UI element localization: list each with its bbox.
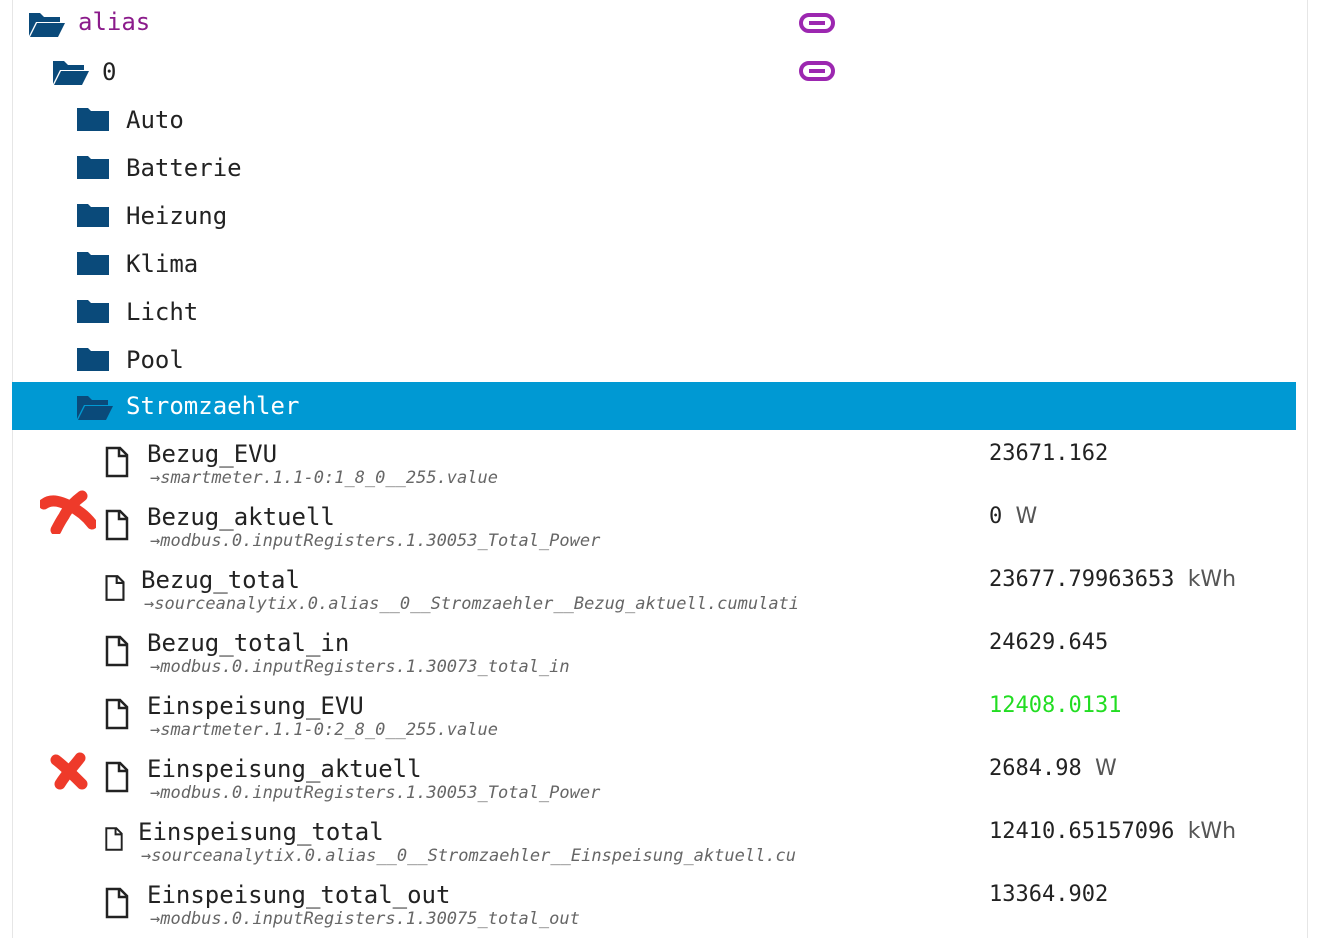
state-row[interactable]: Bezug_total_in →modbus.0.inputRegisters.… bbox=[12, 629, 1296, 685]
tree-row-folder[interactable]: Klima bbox=[12, 240, 1296, 288]
tree-label-alias: alias bbox=[78, 8, 151, 36]
state-row[interactable]: Bezug_total →sourceanalytix.0.alias__0__… bbox=[12, 566, 1296, 622]
folder-icon bbox=[76, 202, 112, 230]
state-unit: W bbox=[1015, 504, 1038, 529]
tree-label-folder: Licht bbox=[126, 298, 199, 326]
state-value: 13364.902 bbox=[989, 882, 1109, 907]
state-alias-target: →modbus.0.inputRegisters.1.30053_Total_P… bbox=[150, 531, 601, 551]
state-alias-target: →smartmeter.1.1-0:1_8_0__255.value bbox=[150, 468, 498, 488]
tree-row-folder[interactable]: Licht bbox=[12, 288, 1296, 336]
tree-label-folder: Batterie bbox=[126, 154, 242, 182]
tree-label-folder: Pool bbox=[126, 346, 184, 374]
state-row[interactable]: Bezug_aktuell →modbus.0.inputRegisters.1… bbox=[12, 503, 1296, 559]
link-icon[interactable] bbox=[798, 58, 836, 84]
folder-icon bbox=[76, 154, 112, 182]
file-icon bbox=[104, 761, 130, 793]
file-icon bbox=[104, 826, 130, 858]
state-name: Bezug_total bbox=[141, 566, 300, 594]
file-icon bbox=[104, 509, 130, 541]
state-value: 0 W bbox=[989, 504, 1038, 529]
state-name: Bezug_total_in bbox=[147, 629, 350, 657]
state-value: 23671.162 bbox=[989, 441, 1109, 466]
red-x-mark bbox=[50, 752, 90, 794]
link-icon[interactable] bbox=[798, 10, 836, 36]
tree-label-stromzaehler: Stromzaehler bbox=[126, 392, 300, 420]
tree-label-folder: Heizung bbox=[126, 202, 228, 230]
tree-row-folder[interactable]: Pool bbox=[12, 336, 1296, 384]
state-row[interactable]: Einspeisung_total_out →modbus.0.inputReg… bbox=[12, 881, 1296, 937]
folder-open-icon bbox=[28, 10, 65, 38]
tree-row-folder[interactable]: Heizung bbox=[12, 192, 1296, 240]
file-icon bbox=[104, 698, 130, 730]
state-row[interactable]: Einspeisung_total →sourceanalytix.0.alia… bbox=[12, 818, 1296, 874]
state-alias-target: →modbus.0.inputRegisters.1.30073_total_i… bbox=[150, 657, 570, 677]
state-unit: W bbox=[1094, 756, 1117, 781]
tree-row-0[interactable]: 0 bbox=[12, 48, 1296, 96]
file-icon bbox=[104, 574, 130, 606]
file-icon bbox=[104, 446, 130, 478]
tree-label-folder: Klima bbox=[126, 250, 199, 278]
file-icon bbox=[104, 635, 130, 667]
state-name: Einspeisung_total_out bbox=[147, 881, 451, 909]
red-x-mark bbox=[38, 490, 98, 538]
folder-icon bbox=[76, 346, 112, 374]
state-value: 24629.645 bbox=[989, 630, 1109, 655]
folder-open-icon bbox=[76, 393, 113, 421]
state-name: Bezug_aktuell bbox=[147, 503, 335, 531]
state-value: 12410.65157096 kWh bbox=[989, 819, 1237, 844]
state-row[interactable]: Einspeisung_aktuell →modbus.0.inputRegis… bbox=[12, 755, 1296, 811]
state-alias-target: →smartmeter.1.1-0:2_8_0__255.value bbox=[150, 720, 498, 740]
state-unit: kWh bbox=[1187, 567, 1237, 592]
state-name: Einspeisung_aktuell bbox=[147, 755, 422, 783]
folder-icon bbox=[76, 106, 112, 134]
state-name: Einspeisung_total bbox=[138, 818, 384, 846]
state-value: 12408.0131 bbox=[989, 693, 1122, 718]
folder-icon bbox=[76, 298, 112, 326]
state-name: Bezug_EVU bbox=[147, 440, 278, 468]
tree-row-alias[interactable]: alias bbox=[12, 0, 1296, 48]
folder-open-icon bbox=[52, 58, 89, 86]
state-unit: kWh bbox=[1187, 819, 1237, 844]
state-alias-target: →sourceanalytix.0.alias__0__Stromzaehler… bbox=[144, 594, 800, 614]
state-alias-target: →sourceanalytix.0.alias__0__Stromzaehler… bbox=[141, 846, 797, 866]
file-icon bbox=[104, 887, 130, 919]
tree-row-folder[interactable]: Auto bbox=[12, 96, 1296, 144]
state-alias-target: →modbus.0.inputRegisters.1.30053_Total_P… bbox=[150, 783, 601, 803]
state-value: 23677.79963653 kWh bbox=[989, 567, 1237, 592]
tree-label-folder: Auto bbox=[126, 106, 184, 134]
state-name: Einspeisung_EVU bbox=[147, 692, 364, 720]
state-row[interactable]: Einspeisung_EVU →smartmeter.1.1-0:2_8_0_… bbox=[12, 692, 1296, 748]
state-row[interactable]: Bezug_EVU →smartmeter.1.1-0:1_8_0__255.v… bbox=[12, 440, 1296, 496]
state-value: 2684.98 W bbox=[989, 756, 1117, 781]
tree-label-0: 0 bbox=[102, 58, 117, 86]
tree-row-folder[interactable]: Batterie bbox=[12, 144, 1296, 192]
folder-icon bbox=[76, 250, 112, 278]
tree-row-stromzaehler[interactable]: Stromzaehler bbox=[12, 382, 1296, 430]
state-alias-target: →modbus.0.inputRegisters.1.30075_total_o… bbox=[150, 909, 580, 929]
